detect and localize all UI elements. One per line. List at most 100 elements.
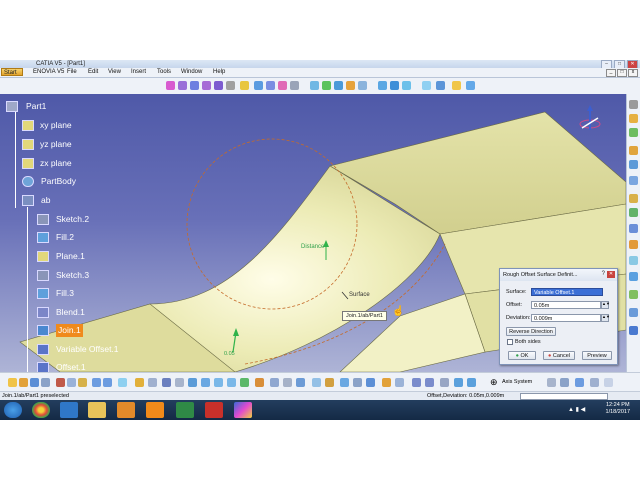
undo-icon[interactable] (92, 378, 101, 387)
surface-analysis-icon[interactable] (629, 160, 638, 169)
shading-icon[interactable] (270, 378, 279, 387)
filter-icon[interactable] (454, 378, 463, 387)
update-icon[interactable] (135, 378, 144, 387)
measure-icon[interactable] (382, 378, 391, 387)
internet-explorer-icon[interactable] (60, 402, 78, 418)
menu-window[interactable]: Window (181, 68, 202, 77)
boundary-tool-icon[interactable] (358, 81, 367, 90)
menu-edit[interactable]: Edit (88, 68, 98, 77)
plane-tool-icon[interactable] (214, 81, 223, 90)
multi-view-icon[interactable] (312, 378, 321, 387)
redo-icon[interactable] (103, 378, 112, 387)
measure-tool-icon[interactable] (629, 100, 638, 109)
doc-restore-button[interactable]: □ (617, 69, 627, 77)
windows-start-icon[interactable] (4, 402, 22, 418)
axis-system-icon[interactable]: ⊕ (490, 378, 498, 387)
trim-tool-icon[interactable] (346, 81, 355, 90)
pattern-tool-icon[interactable] (436, 81, 445, 90)
dialog-close-button[interactable]: ✕ (607, 271, 615, 278)
fit-all-icon[interactable] (175, 378, 184, 387)
catalog-icon[interactable] (148, 378, 157, 387)
iso-view-icon[interactable] (255, 378, 264, 387)
point-tool-icon[interactable] (190, 81, 199, 90)
extrapolate-tool-icon[interactable] (422, 81, 431, 90)
curve-tool-icon[interactable] (629, 128, 638, 137)
extrude-tool-icon[interactable] (226, 81, 235, 90)
rotate-icon[interactable] (201, 378, 210, 387)
ok-button[interactable]: ● OK (508, 351, 536, 360)
grid-icon[interactable] (353, 378, 362, 387)
line-tool-icon[interactable] (202, 81, 211, 90)
new-file-icon[interactable] (8, 378, 17, 387)
rough-offset-tool-icon[interactable] (629, 326, 638, 335)
deviation-field[interactable]: 0.009m (531, 314, 601, 322)
extract-tool-icon[interactable] (629, 240, 638, 249)
fill-tool-icon[interactable] (254, 81, 263, 90)
swap-visible-icon[interactable] (296, 378, 305, 387)
symmetry-tool-icon[interactable] (402, 81, 411, 90)
open-file-icon[interactable] (19, 378, 28, 387)
help-icon[interactable]: ? (602, 271, 605, 278)
snap-icon[interactable] (340, 378, 349, 387)
update-tool-icon[interactable] (629, 208, 638, 217)
boundary-tool-icon[interactable] (629, 224, 638, 233)
spline-tool-icon[interactable] (178, 81, 187, 90)
system-clock[interactable]: 12:24 PM 1/18/2017 (606, 402, 630, 416)
cut-icon[interactable] (56, 378, 65, 387)
copy-icon[interactable] (67, 378, 76, 387)
both-sides-checkbox[interactable] (507, 339, 513, 345)
healing-tool-icon[interactable] (322, 81, 331, 90)
axis-system-label[interactable]: Axis System (502, 379, 532, 385)
join-tool-icon[interactable] (310, 81, 319, 90)
doc-close-button[interactable]: x (628, 69, 638, 77)
paste-icon[interactable] (78, 378, 87, 387)
menu-help[interactable]: Help (213, 68, 225, 77)
normal-view-icon[interactable] (240, 378, 249, 387)
constraint-tool-icon[interactable] (629, 146, 638, 155)
zoom-in-icon[interactable] (214, 378, 223, 387)
surface-tool-icon[interactable] (240, 81, 249, 90)
menu-insert[interactable]: Insert (131, 68, 146, 77)
media-player-icon[interactable] (117, 402, 135, 418)
reverse-direction-button[interactable]: Reverse Direction (506, 327, 556, 336)
untrim-tool-icon[interactable] (629, 256, 638, 265)
start-menu-button[interactable]: Start (1, 68, 23, 76)
menu-tools[interactable]: Tools (157, 68, 171, 77)
layer-icon[interactable] (440, 378, 449, 387)
zoom-out-icon[interactable] (227, 378, 236, 387)
offset-field[interactable]: 0.05m (531, 301, 601, 309)
catia-icon[interactable] (234, 402, 252, 418)
rotate-tool-icon[interactable] (390, 81, 399, 90)
preview-button[interactable]: Preview (582, 351, 612, 360)
spline-analysis-icon[interactable] (629, 176, 638, 185)
excel-icon[interactable] (176, 402, 194, 418)
render-icon[interactable] (325, 378, 334, 387)
property-icon[interactable] (467, 378, 476, 387)
view-mode-icon[interactable] (575, 378, 584, 387)
connect-tool-icon[interactable] (629, 272, 638, 281)
offset-tool-icon[interactable] (266, 81, 275, 90)
menu-enovia[interactable]: ENOVIA V5 (33, 68, 64, 77)
save-icon[interactable] (30, 378, 39, 387)
sweep-tool-icon[interactable] (278, 81, 287, 90)
working-support-icon[interactable] (560, 378, 569, 387)
solidworks-icon[interactable] (205, 402, 223, 418)
geodesic-tool-icon[interactable] (629, 290, 638, 299)
inertia-icon[interactable] (395, 378, 404, 387)
print-icon[interactable] (41, 378, 50, 387)
sketch-tool-icon[interactable] (166, 81, 175, 90)
vlc-icon[interactable] (146, 402, 164, 418)
blend-tool-icon[interactable] (290, 81, 299, 90)
menu-file[interactable]: File (67, 68, 77, 77)
whats-this-icon[interactable] (118, 378, 127, 387)
doc-minimize-button[interactable]: _ (606, 69, 616, 77)
file-explorer-icon[interactable] (88, 402, 106, 418)
cancel-button[interactable]: ● Cancel (543, 351, 575, 360)
deviation-spinner[interactable]: ▲▼ (601, 314, 610, 322)
section-icon[interactable] (412, 378, 421, 387)
chrome-icon[interactable] (32, 402, 50, 418)
grid-3d-icon[interactable] (547, 378, 556, 387)
fly-mode-icon[interactable] (162, 378, 171, 387)
command-input[interactable] (520, 393, 608, 400)
display-mode-icon[interactable] (590, 378, 599, 387)
